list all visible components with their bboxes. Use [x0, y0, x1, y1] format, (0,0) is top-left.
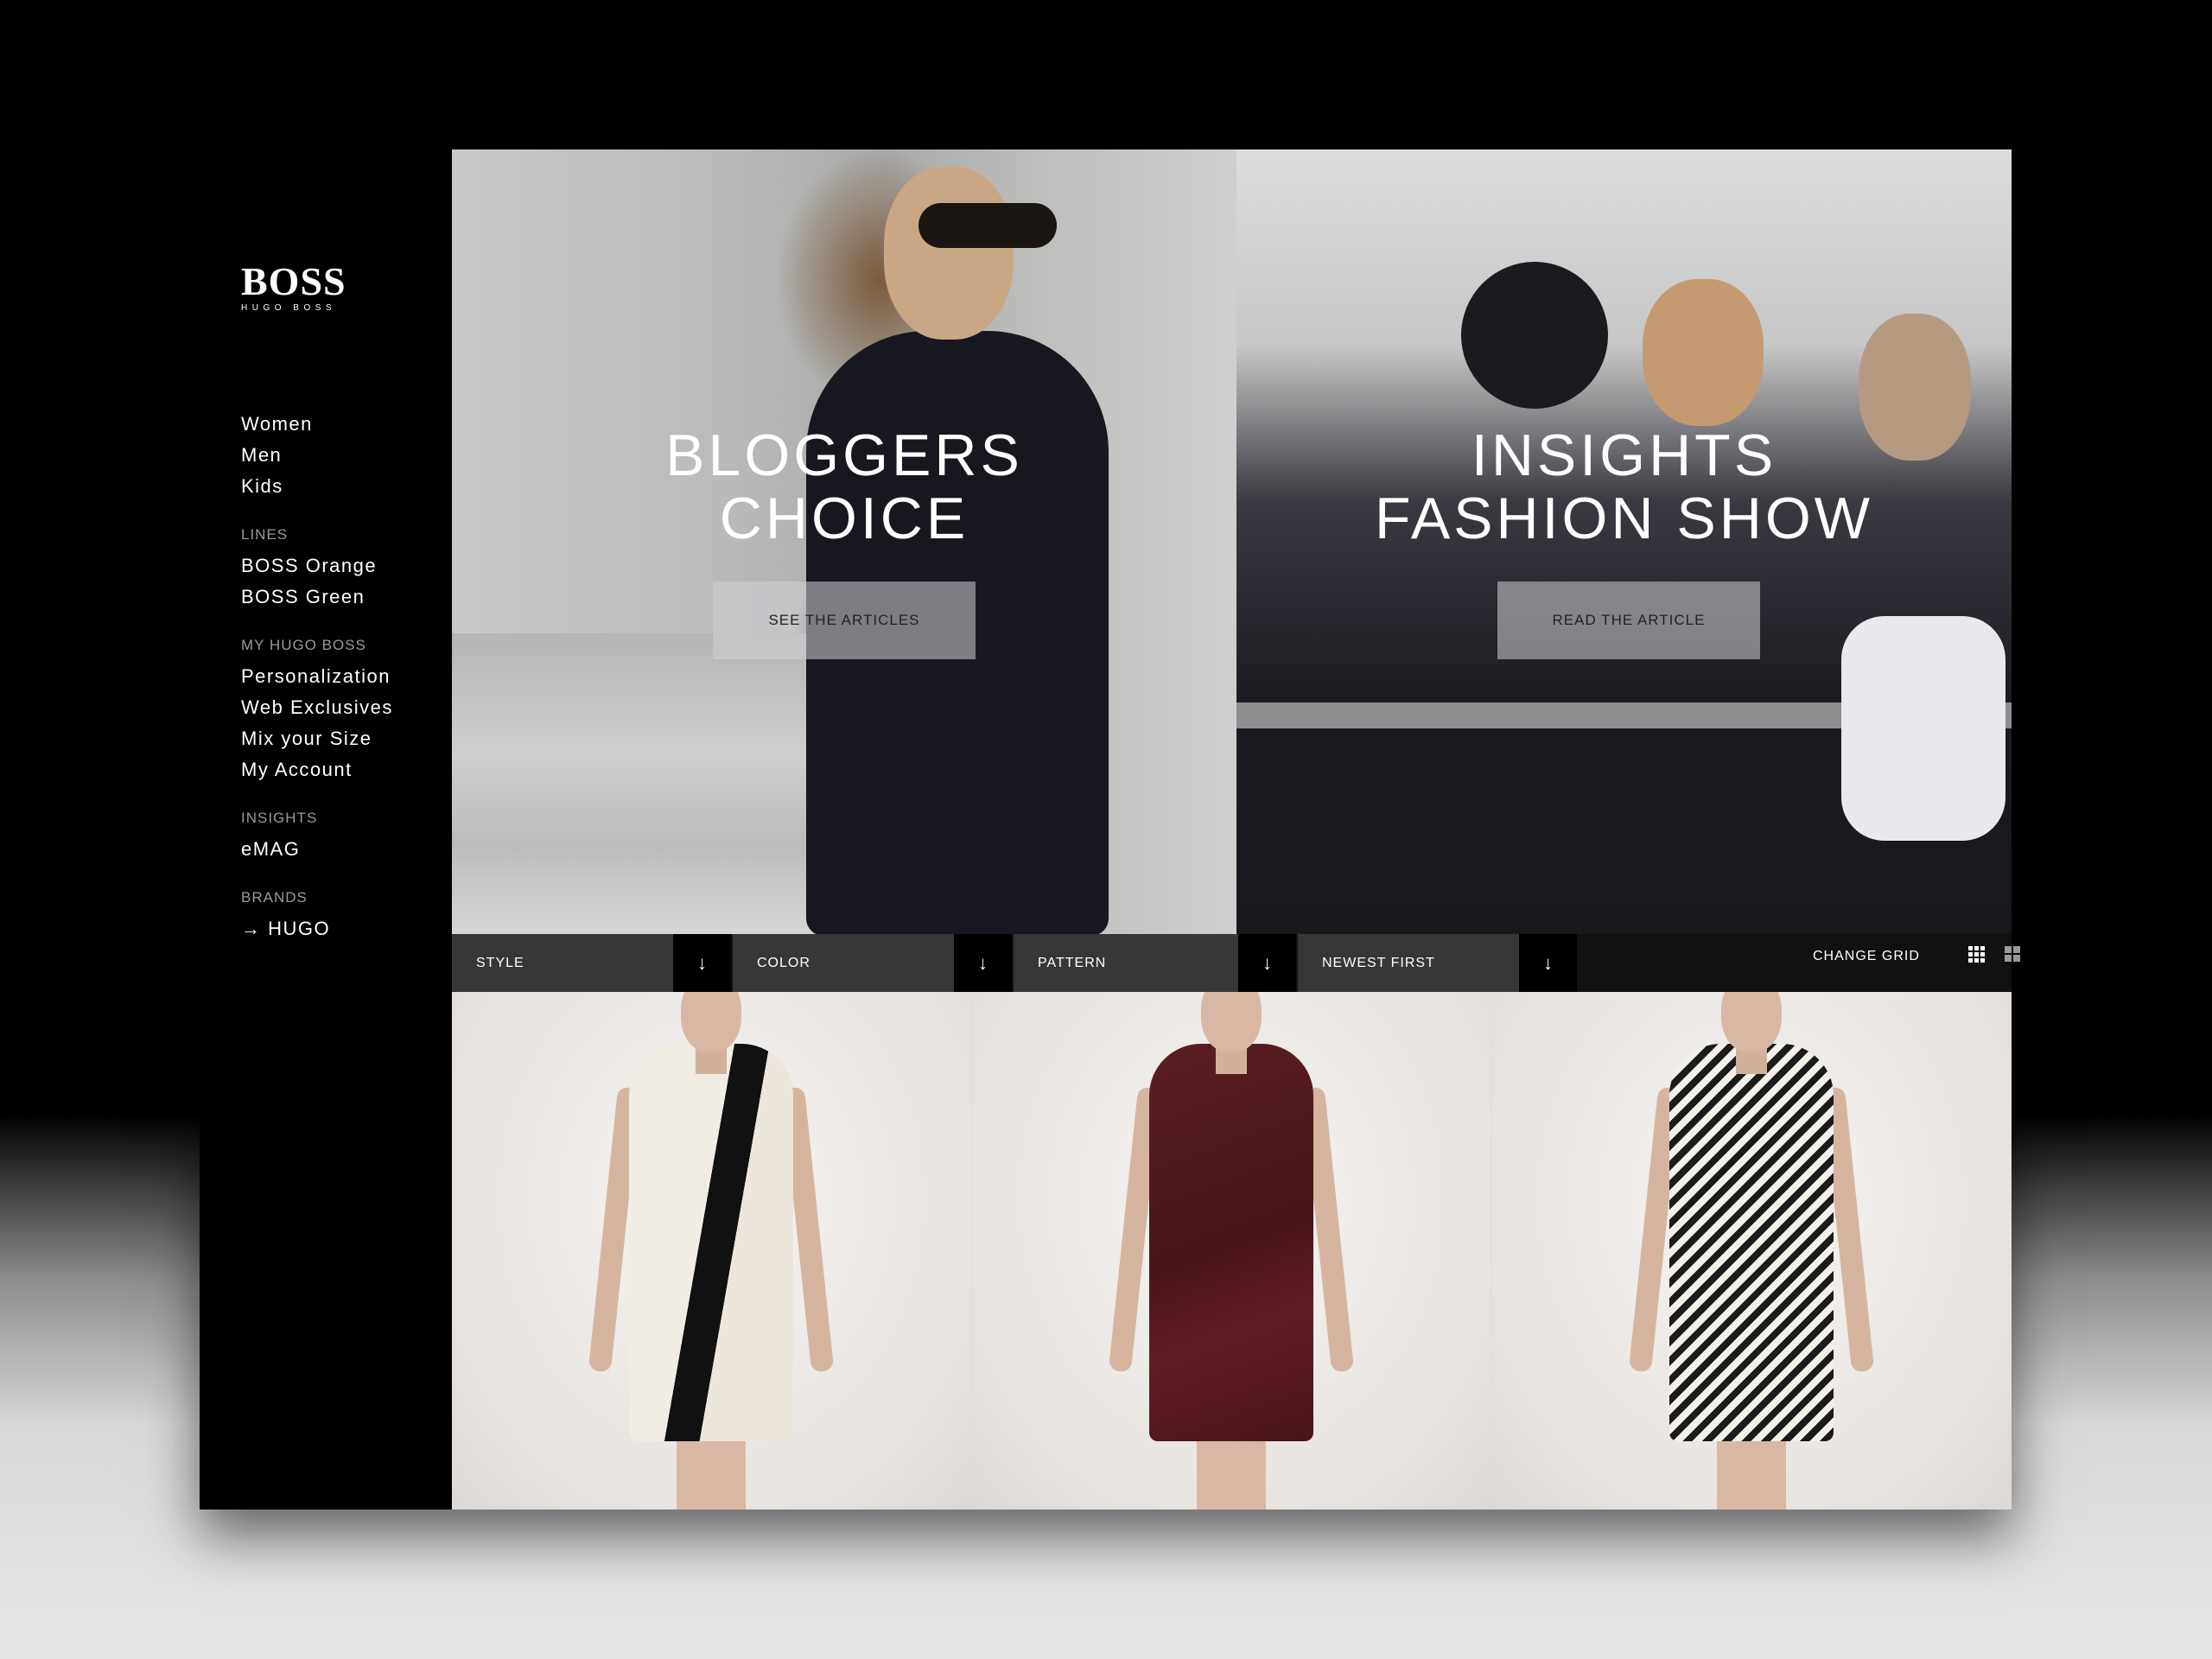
product-card-cream-black-dress[interactable]: [452, 992, 972, 1510]
filter-color[interactable]: COLOR ↓: [733, 934, 1012, 992]
hero-right-person-image: [1461, 262, 1608, 409]
filter-pattern-label: PATTERN: [1038, 956, 1107, 970]
nav-item-mix-your-size[interactable]: Mix your Size: [241, 723, 448, 754]
hero-left-title: BLOGGERS CHOICE: [452, 424, 1236, 550]
arrow-down-icon[interactable]: ↓: [1238, 934, 1296, 992]
hero-left-model-head: [884, 167, 1014, 340]
hero-left-title-line1: BLOGGERS: [665, 423, 1023, 488]
product-image: [677, 1433, 747, 1510]
product-image: [1201, 992, 1262, 1052]
product-image: [629, 1044, 794, 1441]
filter-sort-label: NEWEST FIRST: [1322, 956, 1435, 970]
product-image: [1669, 1044, 1834, 1441]
hero-insights-fashion-show[interactable]: INSIGHTS FASHION SHOW READ THE ARTICLE: [1236, 149, 2012, 934]
nav-item-hugo[interactable]: → HUGO: [241, 913, 448, 944]
arrow-down-icon[interactable]: ↓: [673, 934, 731, 992]
sunglasses-image: [918, 203, 1057, 248]
nav-heading-brands: BRANDS: [241, 889, 308, 906]
nav-item-personalization[interactable]: Personalization: [241, 661, 448, 692]
logo-main: BOSS: [241, 259, 346, 303]
sidebar-nav: Women Men Kids LINES BOSS Orange BOSS Gr…: [241, 409, 448, 969]
filter-pattern[interactable]: PATTERN ↓: [1014, 934, 1296, 992]
hero-right-title-line1: INSIGHTS: [1471, 423, 1777, 488]
hero-right-legs-image: [1841, 616, 2005, 841]
nav-group-insights: INSIGHTS eMAG: [241, 810, 448, 865]
main-content: BLOGGERS CHOICE SEE THE ARTICLES INSIGHT…: [452, 149, 2020, 1510]
filter-sort[interactable]: NEWEST FIRST ↓: [1298, 934, 1577, 992]
product-image: [1720, 992, 1782, 1052]
logo-sub: HUGO BOSS: [241, 303, 337, 313]
nav-item-my-account[interactable]: My Account: [241, 754, 448, 785]
nav-heading-lines: LINES: [241, 526, 289, 543]
nav-group-lines: LINES BOSS Orange BOSS Green: [241, 526, 448, 613]
product-card-striped-dress[interactable]: [1491, 992, 2012, 1510]
nav-item-women[interactable]: Women: [241, 409, 448, 440]
see-the-articles-button[interactable]: SEE THE ARTICLES: [713, 582, 976, 659]
nav-heading-my-hugo-boss: MY HUGO BOSS: [241, 637, 366, 653]
nav-group-brands: BRANDS → HUGO: [241, 889, 448, 944]
filter-style[interactable]: STYLE ↓: [452, 934, 731, 992]
sidebar: BOSS HUGO BOSS Women Men Kids LINES BOSS…: [200, 149, 452, 1510]
nav-item-boss-orange[interactable]: BOSS Orange: [241, 550, 448, 582]
nav-heading-insights: INSIGHTS: [241, 810, 318, 826]
hero-bloggers-choice[interactable]: BLOGGERS CHOICE SEE THE ARTICLES: [452, 149, 1236, 934]
hero-right-person-image: [1643, 279, 1764, 426]
device-screen: BOSS HUGO BOSS Women Men Kids LINES BOSS…: [200, 149, 2020, 1510]
product-grid: [452, 992, 2012, 1510]
hero-right-title: INSIGHTS FASHION SHOW: [1236, 424, 2012, 550]
filter-color-label: COLOR: [757, 956, 810, 970]
nav-item-men[interactable]: Men: [241, 440, 448, 471]
product-image: [1197, 1433, 1266, 1510]
nav-item-web-exclusives[interactable]: Web Exclusives: [241, 692, 448, 723]
product-card-burgundy-dress[interactable]: [971, 992, 1492, 1510]
nav-item-boss-green[interactable]: BOSS Green: [241, 582, 448, 613]
arrow-down-icon[interactable]: ↓: [954, 934, 1012, 992]
nav-group-main: Women Men Kids: [241, 409, 448, 502]
nav-item-kids[interactable]: Kids: [241, 471, 448, 502]
hero-right-title-line2: FASHION SHOW: [1375, 486, 1873, 551]
boss-logo[interactable]: BOSS HUGO BOSS: [241, 259, 346, 314]
filter-bar: STYLE ↓ COLOR ↓ PATTERN ↓ NEWEST FIRST ↓…: [452, 934, 2020, 992]
grid-2-column-icon[interactable]: [2005, 946, 2020, 962]
filter-style-label: STYLE: [476, 956, 524, 970]
grid-3-column-icon[interactable]: [1968, 946, 1985, 963]
product-image: [1149, 1044, 1313, 1441]
nav-item-emag[interactable]: eMAG: [241, 834, 448, 865]
read-the-article-button[interactable]: READ THE ARTICLE: [1497, 582, 1760, 659]
change-grid-label: CHANGE GRID: [1813, 949, 1920, 963]
hero-left-title-line2: CHOICE: [719, 486, 969, 551]
product-image: [1716, 1433, 1786, 1510]
nav-group-my-hugo-boss: MY HUGO BOSS Personalization Web Exclusi…: [241, 637, 448, 785]
hero-left-steps-image: [452, 633, 815, 934]
arrow-down-icon[interactable]: ↓: [1519, 934, 1577, 992]
